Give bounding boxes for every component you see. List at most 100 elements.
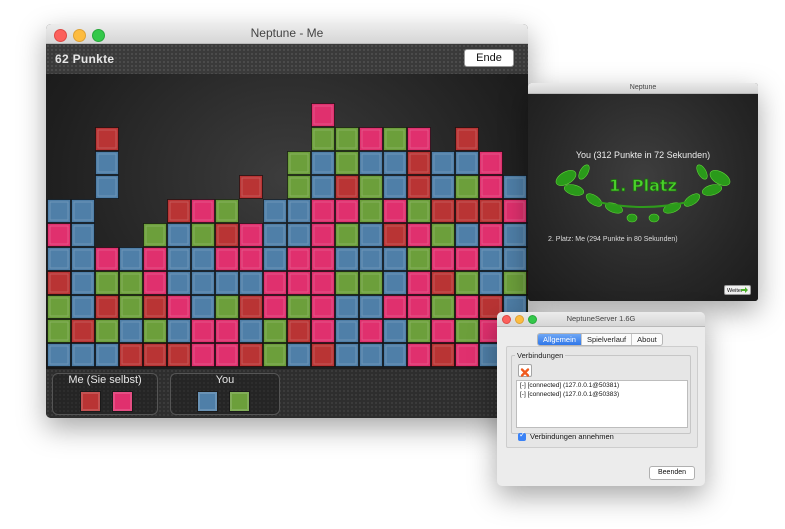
board-tile[interactable] [407,151,431,175]
board-tile[interactable] [191,295,215,319]
board-tile[interactable] [359,319,383,343]
board-tile[interactable] [335,247,359,271]
board-tile[interactable] [407,295,431,319]
board-tile[interactable] [479,175,503,199]
board-tile[interactable] [95,175,119,199]
board-tile[interactable] [407,247,431,271]
board-tile[interactable] [143,223,167,247]
board-tile[interactable] [263,223,287,247]
board-tile[interactable] [47,319,71,343]
minimize-icon[interactable] [73,29,86,42]
board-tile[interactable] [407,319,431,343]
board-tile[interactable] [71,271,95,295]
board-tile[interactable] [143,319,167,343]
board-tile[interactable] [479,151,503,175]
board-tile[interactable] [407,223,431,247]
board-tile[interactable] [311,199,335,223]
board-tile[interactable] [287,319,311,343]
board-tile[interactable] [383,247,407,271]
board-tile[interactable] [383,151,407,175]
board-tile[interactable] [383,223,407,247]
board-tile[interactable] [359,247,383,271]
board-tile[interactable] [383,175,407,199]
list-item[interactable]: [-] [connected] (127.0.0.1@50381) [517,381,687,390]
board-tile[interactable] [263,271,287,295]
board-tile[interactable] [239,271,263,295]
board-tile[interactable] [383,127,407,151]
board-tile[interactable] [431,175,455,199]
quit-button[interactable]: Beenden [649,466,695,480]
game-board[interactable] [46,74,528,369]
board-tile[interactable] [359,175,383,199]
board-tile[interactable] [215,223,239,247]
board-tile[interactable] [311,247,335,271]
board-tile[interactable] [239,247,263,271]
board-tile[interactable] [95,295,119,319]
board-tile[interactable] [191,223,215,247]
board-tile[interactable] [455,319,479,343]
board-tile[interactable] [455,223,479,247]
board-tile[interactable] [95,127,119,151]
list-item[interactable]: [-] [connected] (127.0.0.1@50383) [517,390,687,399]
board-tile[interactable] [311,343,335,367]
board-tile[interactable] [71,199,95,223]
board-tile[interactable] [71,295,95,319]
board-tile[interactable] [335,175,359,199]
board-tile[interactable] [95,151,119,175]
next-button[interactable]: Weiter [724,285,751,295]
board-tile[interactable] [287,151,311,175]
board-tile[interactable] [503,175,527,199]
close-icon[interactable] [502,315,511,324]
board-tile[interactable] [431,271,455,295]
board-tile[interactable] [95,247,119,271]
board-tile[interactable] [239,223,263,247]
board-tile[interactable] [95,319,119,343]
board-tile[interactable] [311,223,335,247]
board-tile[interactable] [455,199,479,223]
board-tile[interactable] [335,223,359,247]
board-tile[interactable] [455,175,479,199]
board-tile[interactable] [287,223,311,247]
board-tile[interactable] [479,247,503,271]
connections-list[interactable]: [-] [connected] (127.0.0.1@50381) [-] [c… [516,380,688,428]
board-tile[interactable] [311,295,335,319]
board-tile[interactable] [191,247,215,271]
close-icon[interactable] [54,29,67,42]
minimize-icon[interactable] [515,315,524,324]
board-tile[interactable] [407,175,431,199]
board-tile[interactable] [335,199,359,223]
board-tile[interactable] [311,319,335,343]
board-tile[interactable] [287,295,311,319]
board-tile[interactable] [359,295,383,319]
board-tile[interactable] [431,295,455,319]
board-tile[interactable] [191,343,215,367]
board-tile[interactable] [167,343,191,367]
board-tile[interactable] [455,343,479,367]
board-tile[interactable] [191,319,215,343]
board-tile[interactable] [383,295,407,319]
tab-allgemein[interactable]: Allgemein [538,334,582,345]
board-tile[interactable] [167,247,191,271]
board-tile[interactable] [479,223,503,247]
board-tile[interactable] [71,223,95,247]
board-tile[interactable] [167,223,191,247]
board-tile[interactable] [71,319,95,343]
board-tile[interactable] [167,199,191,223]
board-tile[interactable] [383,319,407,343]
zoom-icon[interactable] [528,315,537,324]
board-tile[interactable] [407,271,431,295]
board-tile[interactable] [311,103,335,127]
board-tile[interactable] [383,343,407,367]
board-tile[interactable] [47,343,71,367]
board-tile[interactable] [455,151,479,175]
board-tile[interactable] [263,247,287,271]
board-tile[interactable] [95,271,119,295]
board-tile[interactable] [311,127,335,151]
board-tile[interactable] [431,151,455,175]
board-tile[interactable] [191,271,215,295]
board-tile[interactable] [287,175,311,199]
board-tile[interactable] [359,151,383,175]
board-tile[interactable] [143,343,167,367]
board-tile[interactable] [215,319,239,343]
board-tile[interactable] [239,319,263,343]
